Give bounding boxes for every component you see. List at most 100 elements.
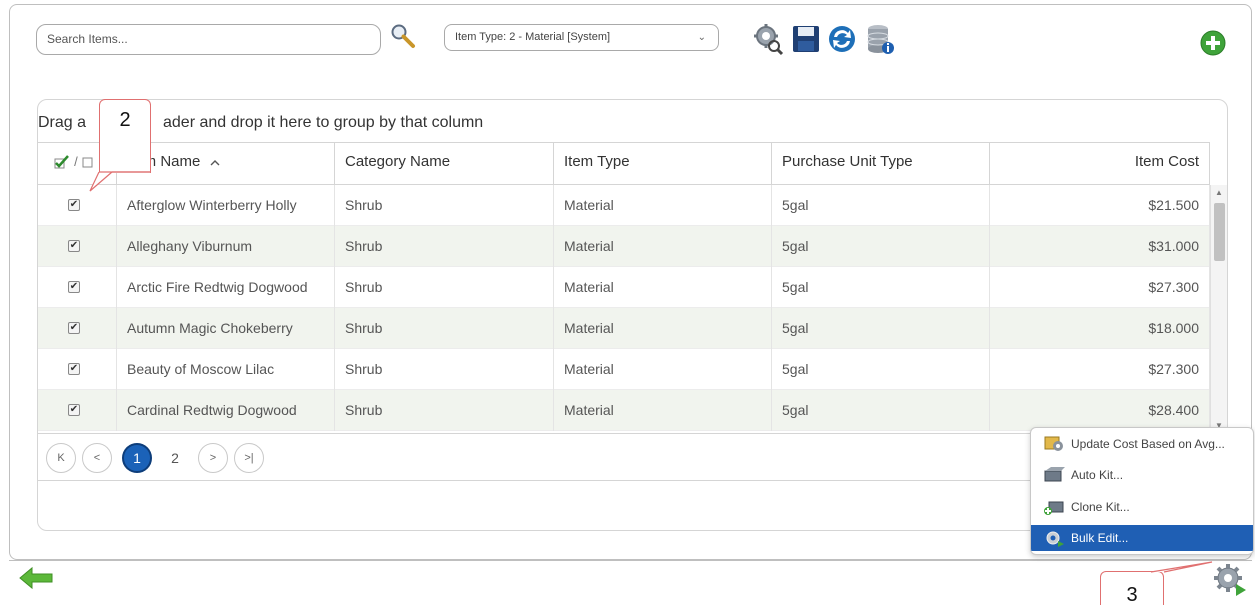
clone-kit-icon: [1043, 498, 1065, 516]
item-type-cell: Material: [554, 185, 772, 226]
column-header-item-cost[interactable]: Item Cost: [990, 143, 1210, 185]
grid-rows: ✔ Afterglow Winterberry Holly Shrub Materia…: [38, 185, 1210, 433]
callout-step-3: 3: [1100, 571, 1164, 605]
category-name-cell: Shrub: [335, 308, 554, 349]
next-page-button[interactable]: >: [198, 443, 228, 473]
group-hint-left: Drag a: [38, 114, 87, 131]
row-checkbox[interactable]: ✔: [68, 281, 80, 293]
first-page-button[interactable]: K: [46, 443, 76, 473]
last-page-button[interactable]: >|: [234, 443, 264, 473]
menu-item-label: Update Cost Based on Avg...: [1071, 437, 1225, 451]
menu-item-update-cost-based-on-avg[interactable]: Update Cost Based on Avg...: [1031, 431, 1253, 457]
add-item-icon[interactable]: [1200, 30, 1226, 56]
item-cost-cell: $18.000: [990, 308, 1210, 349]
bulk-edit-gear-icon: [1043, 529, 1065, 547]
callout-step-3-pointer: [1150, 561, 1213, 573]
group-hint-right: ader and drop it here to group by that c…: [163, 114, 484, 131]
row-select-cell: ✔: [38, 308, 117, 349]
category-name-cell: Shrub: [335, 226, 554, 267]
table-row[interactable]: ✔ Afterglow Winterberry Holly Shrub Materia…: [38, 185, 1210, 226]
callout-step-2: 2: [99, 99, 151, 173]
purchase-unit-type-cell: 5gal: [772, 349, 990, 390]
uncheck-all-icon[interactable]: [82, 157, 93, 168]
table-row[interactable]: ✔ Cardinal Redtwig Dogwood Shrub Material 5g…: [38, 390, 1210, 431]
prev-page-button[interactable]: <: [82, 443, 112, 473]
callout-step-2-pointer: [89, 171, 151, 192]
chevron-down-icon: ⌄: [697, 32, 706, 43]
item-type-cell: Material: [554, 226, 772, 267]
scroll-thumb[interactable]: [1214, 203, 1225, 261]
menu-item-label: Bulk Edit...: [1071, 531, 1129, 545]
table-row[interactable]: ✔ Autumn Magic Chokeberry Shrub Material 5ga…: [38, 308, 1210, 349]
item-cost-cell: $21.500: [990, 185, 1210, 226]
callout-step-3-label: 3: [1126, 584, 1138, 605]
back-arrow-icon[interactable]: [18, 566, 54, 590]
row-select-cell: ✔: [38, 226, 117, 267]
select-separator: /: [74, 154, 78, 169]
scroll-up-icon[interactable]: ▲: [1215, 188, 1223, 197]
actions-context-menu: Update Cost Based on Avg... Auto Kit... Cl…: [1030, 427, 1254, 555]
column-header-category-name[interactable]: Category Name: [335, 143, 554, 185]
refresh-icon[interactable]: [826, 22, 858, 56]
category-name-cell: Shrub: [335, 349, 554, 390]
item-name-cell: Autumn Magic Chokeberry: [117, 308, 335, 349]
cost-update-icon: [1043, 435, 1065, 453]
search-icon[interactable]: [388, 22, 418, 52]
row-checkbox[interactable]: ✔: [68, 240, 80, 252]
check-all-icon[interactable]: [54, 155, 70, 169]
purchase-unit-type-cell: 5gal: [772, 226, 990, 267]
category-name-cell: Shrub: [335, 390, 554, 431]
table-row[interactable]: ✔ Arctic Fire Redtwig Dogwood Shrub Materia…: [38, 267, 1210, 308]
row-checkbox[interactable]: ✔: [68, 322, 80, 334]
menu-item-auto-kit[interactable]: Auto Kit...: [1031, 462, 1253, 488]
column-header-item-type[interactable]: Item Type: [554, 143, 772, 185]
save-icon[interactable]: [790, 22, 822, 56]
item-name-cell: Beauty of Moscow Lilac: [117, 349, 335, 390]
purchase-unit-type-cell: 5gal: [772, 390, 990, 431]
sort-ascending-icon: [210, 160, 220, 166]
menu-item-bulk-edit[interactable]: Bulk Edit...: [1031, 525, 1253, 551]
row-checkbox[interactable]: ✔: [68, 363, 80, 375]
group-by-panel[interactable]: Drag a ader and drop it here to group by…: [38, 100, 1227, 142]
table-row[interactable]: ✔ Alleghany Viburnum Shrub Material 5gal $31.…: [38, 226, 1210, 267]
callout-step-2-label: 2: [119, 109, 131, 131]
item-type-value: Item Type: 2 - Material [System]: [455, 31, 611, 43]
item-cost-cell: $28.400: [990, 390, 1210, 431]
purchase-unit-type-cell: 5gal: [772, 308, 990, 349]
item-type-cell: Material: [554, 390, 772, 431]
menu-item-label: Clone Kit...: [1071, 500, 1130, 514]
page-2-button[interactable]: 2: [160, 443, 190, 473]
table-row[interactable]: ✔ Beauty of Moscow Lilac Shrub Material 5gal…: [38, 349, 1210, 390]
footer-divider: [9, 560, 1252, 561]
item-name-cell: Cardinal Redtwig Dogwood: [117, 390, 335, 431]
search-input[interactable]: Search Items...: [36, 24, 381, 55]
row-checkbox[interactable]: ✔: [68, 404, 80, 416]
database-info-icon[interactable]: [864, 22, 896, 56]
row-select-cell: ✔: [38, 390, 117, 431]
item-type-cell: Material: [554, 349, 772, 390]
settings-search-icon[interactable]: [752, 22, 784, 56]
item-name-cell: Arctic Fire Redtwig Dogwood: [117, 267, 335, 308]
item-cost-cell: $27.300: [990, 349, 1210, 390]
actions-gear-icon[interactable]: [1212, 562, 1248, 598]
menu-item-label: Auto Kit...: [1071, 468, 1124, 482]
purchase-unit-type-cell: 5gal: [772, 267, 990, 308]
grid-header: / Item Name < Category Name Item Type Pu…: [38, 142, 1210, 185]
auto-kit-icon: [1043, 466, 1065, 484]
item-type-cell: Material: [554, 308, 772, 349]
item-cost-cell: $31.000: [990, 226, 1210, 267]
category-name-cell: Shrub: [335, 185, 554, 226]
row-select-cell: ✔: [38, 267, 117, 308]
item-type-select[interactable]: Item Type: 2 - Material [System] ⌄: [444, 24, 719, 51]
category-name-cell: Shrub: [335, 267, 554, 308]
item-cost-cell: $27.300: [990, 267, 1210, 308]
row-select-cell: ✔: [38, 349, 117, 390]
vertical-scrollbar[interactable]: ▲ ▼: [1210, 185, 1227, 433]
purchase-unit-type-cell: 5gal: [772, 185, 990, 226]
menu-item-clone-kit[interactable]: Clone Kit...: [1031, 494, 1253, 520]
row-checkbox[interactable]: ✔: [68, 199, 80, 211]
page-1-button[interactable]: 1: [122, 443, 152, 473]
item-name-cell: Alleghany Viburnum: [117, 226, 335, 267]
column-header-purchase-unit-type[interactable]: Purchase Unit Type: [772, 143, 990, 185]
item-type-cell: Material: [554, 267, 772, 308]
